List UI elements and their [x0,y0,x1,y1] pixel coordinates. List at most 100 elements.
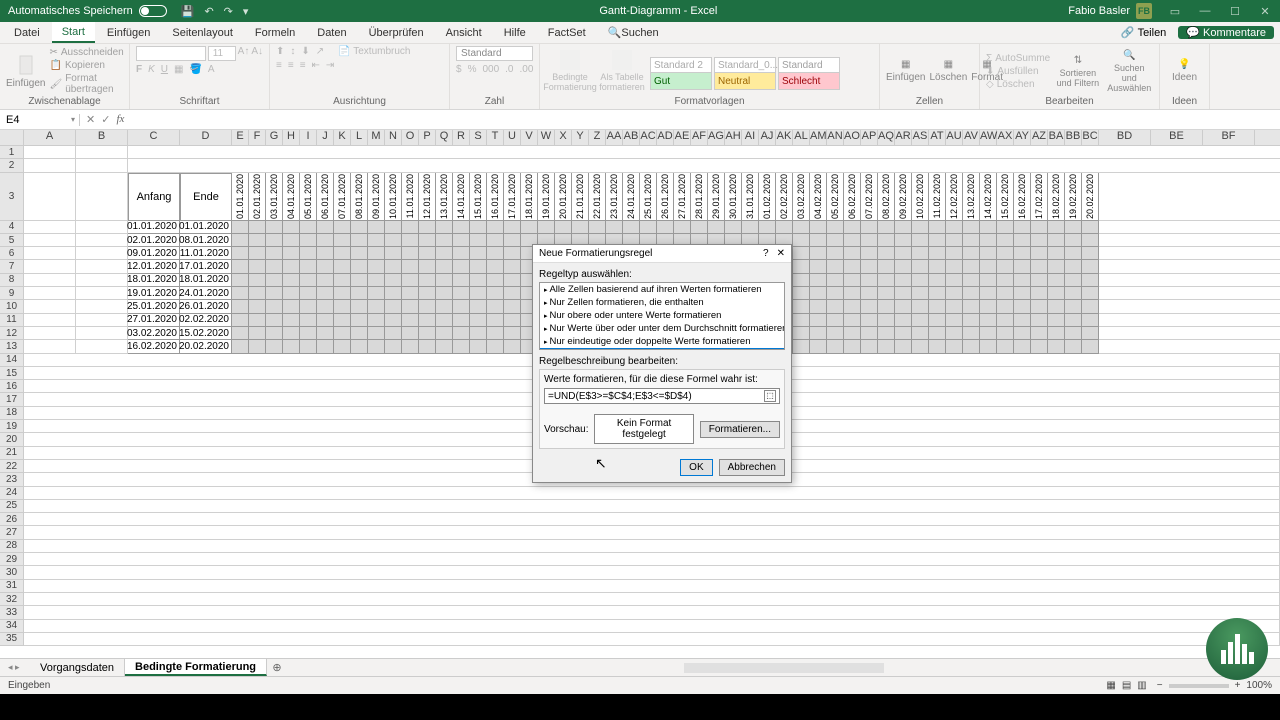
col-header[interactable]: AP [861,130,878,145]
date-header-cell[interactable]: 08.02.2020 [878,173,895,221]
timeline-cell[interactable] [419,274,436,287]
col-header[interactable]: BB [1065,130,1082,145]
timeline-cell[interactable] [929,314,946,327]
timeline-cell[interactable] [1082,221,1099,234]
cell-anfang[interactable]: 02.01.2020 [128,234,180,247]
timeline-cell[interactable] [368,327,385,340]
date-header-cell[interactable]: 19.02.2020 [1065,173,1082,221]
timeline-cell[interactable] [487,221,504,234]
timeline-cell[interactable] [810,260,827,273]
col-header[interactable]: AW [980,130,997,145]
timeline-cell[interactable] [249,247,266,260]
date-header-cell[interactable]: 13.02.2020 [963,173,980,221]
timeline-cell[interactable] [827,234,844,247]
timeline-cell[interactable] [266,221,283,234]
orientation-icon[interactable]: ↗ [316,46,324,57]
timeline-cell[interactable] [963,327,980,340]
timeline-cell[interactable] [793,247,810,260]
timeline-cell[interactable] [997,234,1014,247]
timeline-cell[interactable] [572,221,589,234]
timeline-cell[interactable] [929,221,946,234]
timeline-cell[interactable] [453,327,470,340]
delete-cells-button[interactable]: ▦Löschen [929,59,967,83]
timeline-cell[interactable] [1082,287,1099,300]
timeline-cell[interactable] [1014,274,1031,287]
timeline-cell[interactable] [368,221,385,234]
date-header-cell[interactable]: 12.02.2020 [946,173,963,221]
timeline-cell[interactable] [334,234,351,247]
cut-button[interactable]: ✂ Ausschneiden [49,47,123,58]
cell-anfang[interactable]: 25.01.2020 [128,300,180,313]
timeline-cell[interactable] [453,287,470,300]
underline-icon[interactable]: U [161,64,168,75]
timeline-cell[interactable] [1031,221,1048,234]
timeline-cell[interactable] [861,234,878,247]
date-header-cell[interactable]: 16.01.2020 [487,173,504,221]
rule-type-list[interactable]: Alle Zellen basierend auf ihren Werten f… [539,282,785,350]
align-left-icon[interactable]: ≡ [276,60,282,71]
timeline-cell[interactable] [1048,234,1065,247]
date-header-cell[interactable]: 03.01.2020 [266,173,283,221]
timeline-cell[interactable] [232,234,249,247]
col-header[interactable]: BD [1099,130,1151,145]
timeline-cell[interactable] [895,274,912,287]
timeline-cell[interactable] [810,234,827,247]
date-header-cell[interactable]: 12.01.2020 [419,173,436,221]
col-header[interactable]: H [283,130,300,145]
timeline-cell[interactable] [504,260,521,273]
timeline-cell[interactable] [487,247,504,260]
date-header-cell[interactable]: 04.01.2020 [283,173,300,221]
timeline-cell[interactable] [300,327,317,340]
timeline-cell[interactable] [436,260,453,273]
col-header[interactable]: N [385,130,402,145]
cell-anfang[interactable]: 09.01.2020 [128,247,180,260]
date-header-cell[interactable]: 20.02.2020 [1082,173,1099,221]
timeline-cell[interactable] [1031,274,1048,287]
timeline-cell[interactable] [1048,260,1065,273]
timeline-cell[interactable] [929,247,946,260]
cell-ende[interactable]: 26.01.2020 [180,300,232,313]
timeline-cell[interactable] [283,340,300,353]
redo-icon[interactable]: ↷ [224,5,233,18]
date-header-cell[interactable]: 08.01.2020 [351,173,368,221]
row-header[interactable]: 16 [0,380,24,393]
col-header[interactable]: AU [946,130,963,145]
timeline-cell[interactable] [980,234,997,247]
cell-anfang[interactable]: 27.01.2020 [128,314,180,327]
date-header-cell[interactable]: 15.02.2020 [997,173,1014,221]
col-header[interactable]: AQ [878,130,895,145]
timeline-cell[interactable] [997,274,1014,287]
horizontal-scrollbar[interactable] [684,663,884,673]
timeline-cell[interactable] [504,314,521,327]
timeline-cell[interactable] [895,287,912,300]
timeline-cell[interactable] [793,340,810,353]
fill-button[interactable]: ⬇ Ausfüllen [986,66,1050,77]
timeline-cell[interactable] [385,234,402,247]
timeline-cell[interactable] [827,274,844,287]
timeline-cell[interactable] [878,340,895,353]
timeline-cell[interactable] [453,247,470,260]
timeline-cell[interactable] [232,287,249,300]
timeline-cell[interactable] [419,287,436,300]
format-painter-button[interactable]: 🖌 Format übertragen [49,73,123,95]
col-header[interactable]: AR [895,130,912,145]
timeline-cell[interactable] [810,314,827,327]
timeline-cell[interactable] [895,314,912,327]
timeline-cell[interactable] [470,247,487,260]
timeline-cell[interactable] [266,274,283,287]
timeline-cell[interactable] [912,287,929,300]
rule-type-item[interactable]: Nur Werte über oder unter dem Durchschni… [540,322,784,335]
timeline-cell[interactable] [402,260,419,273]
row-header[interactable]: 31 [0,580,24,593]
row-header[interactable]: 7 [0,260,24,273]
timeline-cell[interactable] [487,287,504,300]
timeline-cell[interactable] [283,300,300,313]
timeline-cell[interactable] [232,340,249,353]
tab-einfuegen[interactable]: Einfügen [97,22,160,43]
timeline-cell[interactable] [1065,221,1082,234]
timeline-cell[interactable] [827,247,844,260]
border-icon[interactable]: ▦ [174,64,183,75]
timeline-cell[interactable] [249,327,266,340]
col-header[interactable]: S [470,130,487,145]
timeline-cell[interactable] [385,274,402,287]
